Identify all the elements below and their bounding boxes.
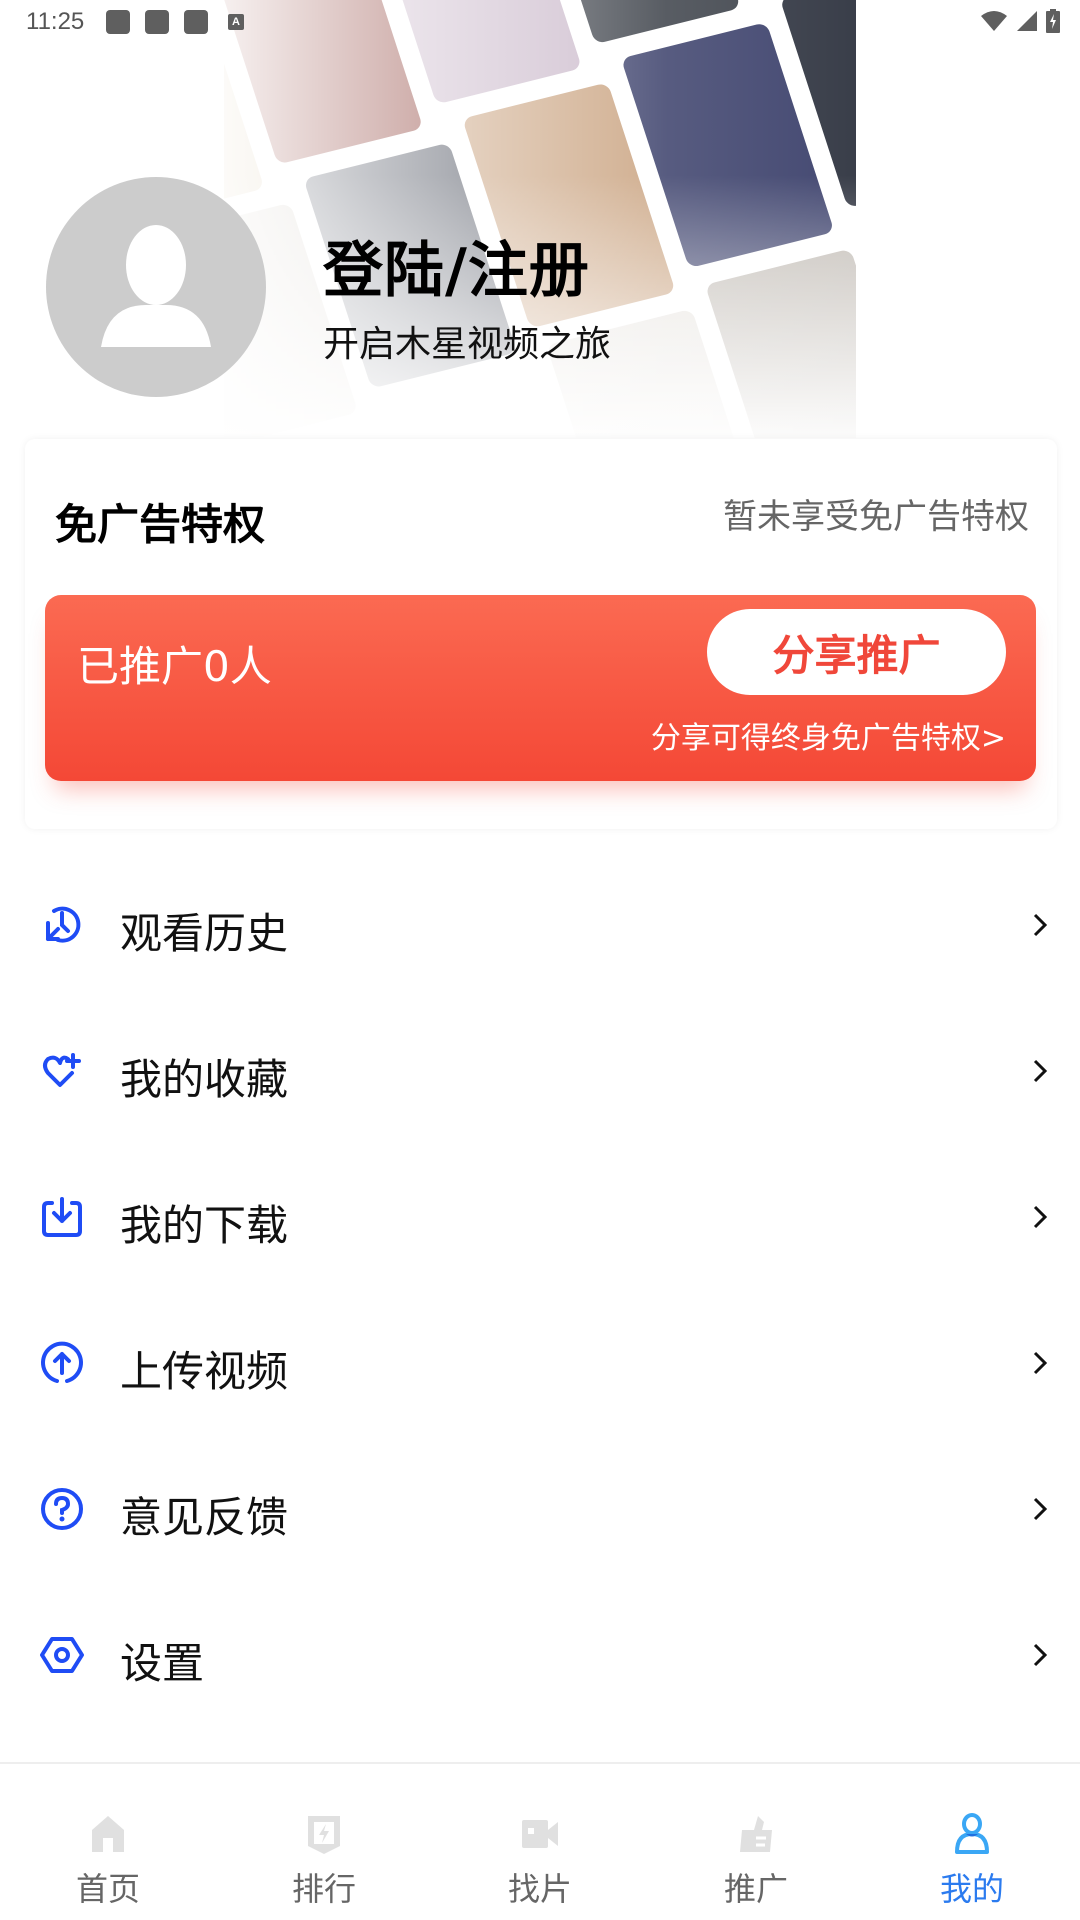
menu-item-feedback[interactable]: 意见反馈 — [0, 1454, 1080, 1564]
menu-label: 意见反馈 — [120, 1493, 289, 1542]
collage-fade-overlay — [224, 0, 856, 438]
nav-label: 我的 — [939, 1870, 1004, 1908]
chevron-right-icon — [1033, 1643, 1048, 1667]
menu-item-watch-history[interactable]: 观看历史 — [0, 870, 1080, 980]
app-notification-icon — [184, 10, 208, 34]
system-status-icons — [980, 8, 1060, 34]
privilege-status: 暂未享受免广告特权 — [723, 497, 1029, 537]
menu-label: 我的收藏 — [120, 1055, 289, 1104]
menu-label: 设置 — [120, 1639, 205, 1688]
status-time: 11:25 — [26, 8, 85, 35]
avatar[interactable] — [46, 177, 266, 397]
home-icon — [92, 1816, 124, 1852]
history-icon — [46, 906, 81, 943]
nav-label: 排行 — [291, 1870, 356, 1908]
menu-item-upload-video[interactable]: 上传视频 — [0, 1308, 1080, 1418]
promoted-count: 已推广0人 — [77, 642, 272, 691]
wifi-icon — [981, 11, 1007, 31]
menu-label: 我的下载 — [120, 1201, 289, 1250]
ranking-icon — [308, 1816, 340, 1854]
help-question-icon — [41, 1488, 83, 1530]
chevron-right-icon — [1033, 1351, 1048, 1375]
user-profile-icon — [955, 1813, 989, 1854]
chevron-right-icon — [1033, 913, 1048, 937]
app-notification-icon — [145, 10, 169, 34]
video-camera-icon — [522, 1820, 558, 1848]
chevron-right-icon — [1033, 1497, 1048, 1521]
login-register-link[interactable]: 登陆/注册 — [323, 222, 590, 309]
profile-subtitle: 开启木星视频之旅 — [323, 324, 612, 365]
favorite-heart-plus-icon — [43, 1053, 81, 1087]
menu-label: 观看历史 — [120, 909, 289, 958]
chevron-right-icon — [1033, 1205, 1048, 1229]
nav-label: 首页 — [75, 1870, 140, 1908]
header-background-collage — [224, 0, 856, 438]
nav-tab-find-videos[interactable]: 找片 — [432, 1764, 648, 1920]
nav-tab-promote[interactable]: 推广 — [648, 1764, 864, 1920]
bottom-navigation: 首页 排行 找片 推广 我的 — [0, 1762, 1080, 1920]
nav-tab-home[interactable]: 首页 — [0, 1764, 216, 1920]
default-user-avatar-icon — [101, 225, 211, 347]
upload-icon — [41, 1341, 83, 1383]
nav-tab-mine[interactable]: 我的 — [864, 1764, 1080, 1920]
chevron-right-icon — [1033, 1059, 1048, 1083]
app-notification-icon — [106, 10, 130, 34]
nav-label: 推广 — [723, 1870, 788, 1908]
battery-charging-icon — [1046, 9, 1060, 33]
settings-hexagon-icon — [40, 1637, 84, 1673]
share-hint-link[interactable]: 分享可得终身免广告特权> — [651, 713, 1006, 757]
card-title: 免广告特权 — [55, 500, 266, 549]
menu-label: 上传视频 — [120, 1347, 289, 1396]
menu-item-my-downloads[interactable]: 我的下载 — [0, 1162, 1080, 1272]
thumbs-up-icon — [740, 1816, 772, 1852]
nav-tab-ranking[interactable]: 排行 — [216, 1764, 432, 1920]
menu-item-my-favorites[interactable]: 我的收藏 — [0, 1016, 1080, 1126]
promotion-banner: 已推广0人 分享推广 分享可得终身免广告特权> — [45, 595, 1036, 781]
nav-label: 找片 — [507, 1870, 572, 1908]
menu-item-settings[interactable]: 设置 — [0, 1600, 1080, 1710]
cellular-signal-icon — [1017, 11, 1037, 31]
download-icon — [42, 1197, 82, 1237]
accessibility-a-icon: A — [228, 14, 244, 30]
status-bar: 11:25 A — [0, 0, 1080, 44]
share-promote-button[interactable]: 分享推广 — [707, 609, 1006, 695]
ad-free-privilege-card: 免广告特权 暂未享受免广告特权 已推广0人 分享推广 分享可得终身免广告特权> — [25, 439, 1057, 829]
